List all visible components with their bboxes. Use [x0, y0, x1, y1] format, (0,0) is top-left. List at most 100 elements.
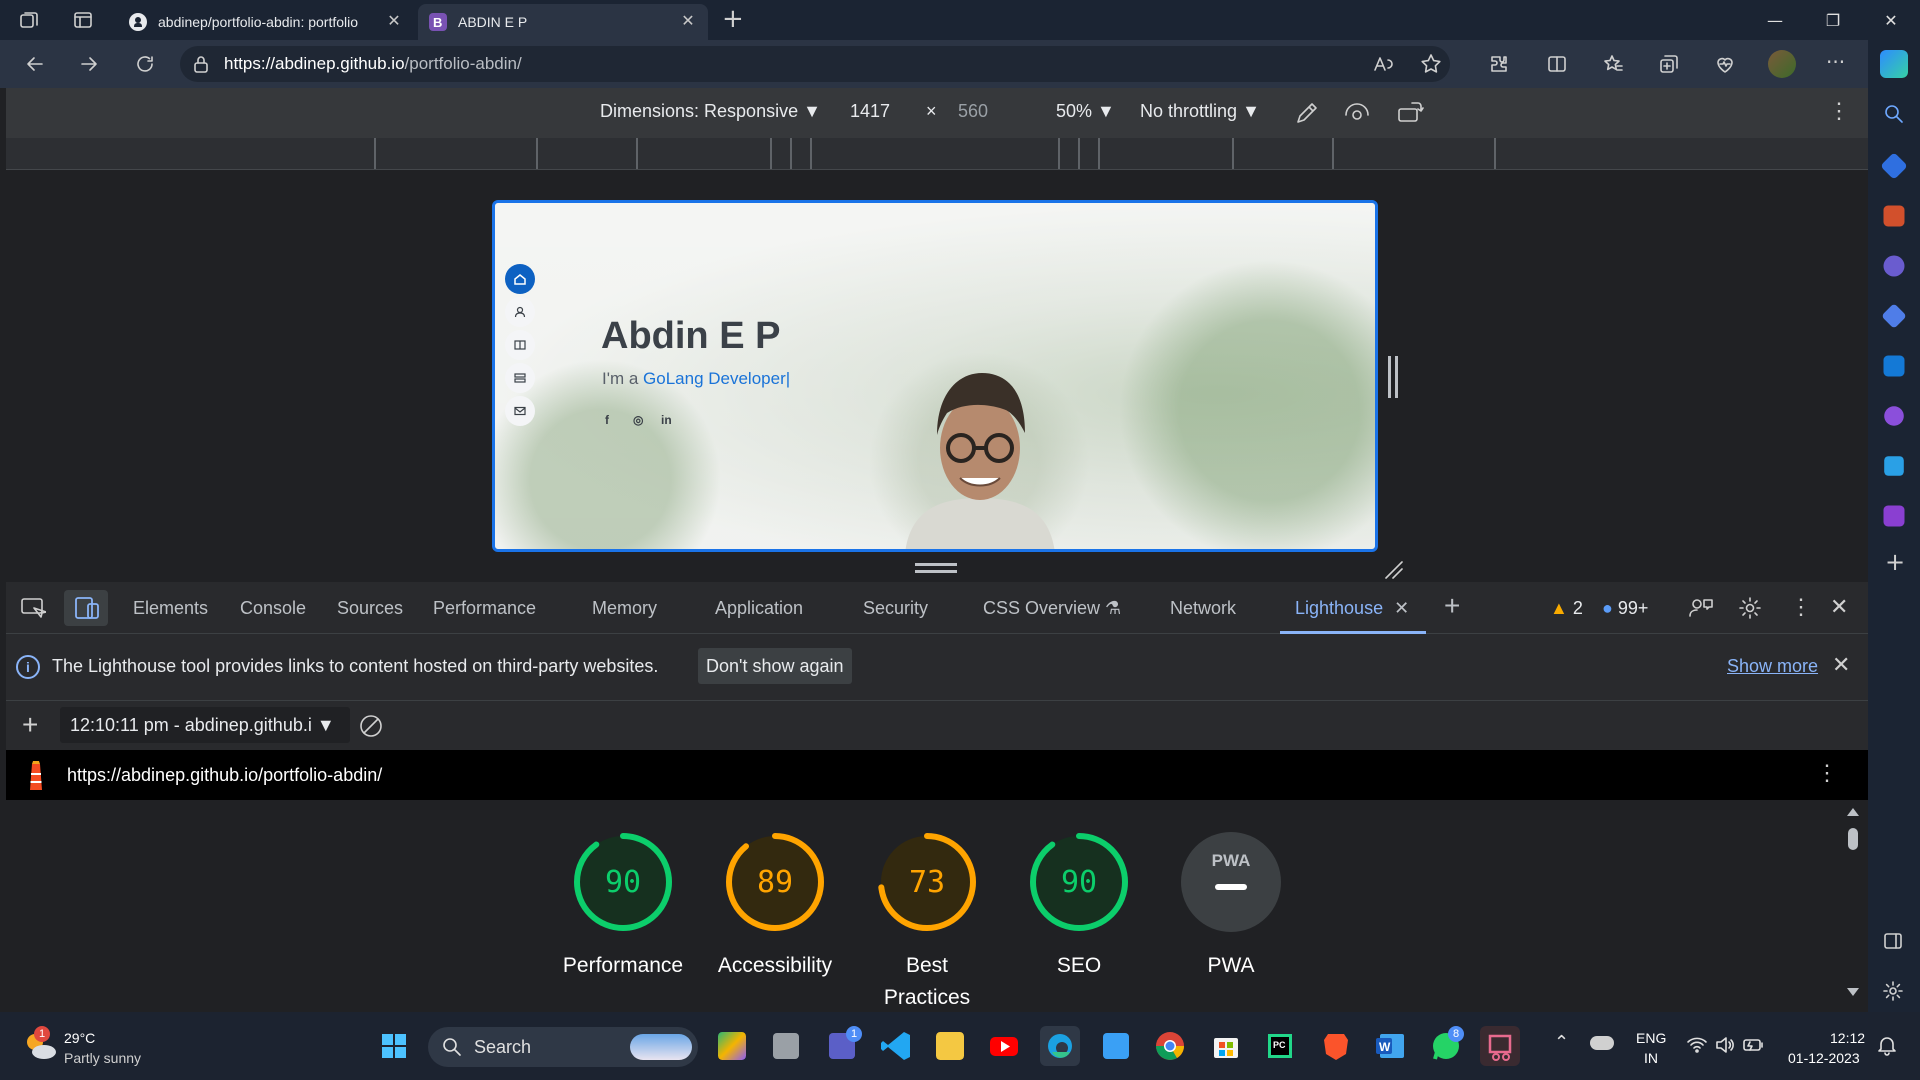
read-aloud-icon[interactable] — [1372, 53, 1394, 75]
device-toolbar-toggle[interactable] — [64, 590, 108, 626]
score-gauge-seo[interactable]: 90 SEO — [1003, 830, 1155, 982]
tab-actions-icon[interactable] — [72, 9, 94, 31]
close-icon[interactable]: ✕ — [384, 12, 404, 32]
browser-tab[interactable]: abdinep/portfolio-abdin: portfolio ✕ — [118, 4, 414, 40]
resize-handle-right[interactable] — [1388, 356, 1398, 398]
url-field[interactable]: https://abdinep.github.io/portfolio-abdi… — [180, 46, 1450, 82]
workspaces-icon[interactable] — [18, 9, 40, 31]
microsoft-store-icon[interactable] — [1206, 1026, 1246, 1066]
window-close-button[interactable]: ✕ — [1868, 0, 1914, 40]
nav-about-button[interactable] — [505, 297, 535, 327]
send-icon[interactable] — [1884, 456, 1904, 476]
tab-network[interactable]: Network — [1170, 598, 1236, 619]
close-icon[interactable]: ✕ — [1394, 598, 1409, 618]
media-query-ruler[interactable] — [6, 138, 1868, 170]
rotate-device-icon[interactable] — [1396, 100, 1424, 126]
report-more-icon[interactable]: ⋮ — [1816, 760, 1838, 786]
collections-icon[interactable] — [1658, 53, 1680, 75]
device-toolbar-more-icon[interactable]: ⋮ — [1828, 98, 1850, 124]
show-hidden-icons-chevron[interactable]: ⌃ — [1554, 1032, 1569, 1053]
designer-icon[interactable] — [1884, 406, 1904, 426]
back-button[interactable] — [18, 48, 52, 80]
report-dropdown[interactable]: 12:10:11 pm - abdinep.github.i ▼ — [60, 707, 350, 743]
language-primary[interactable]: ENG — [1636, 1030, 1666, 1046]
chrome-icon[interactable] — [1150, 1026, 1190, 1066]
add-sidebar-app-icon[interactable]: + — [1885, 548, 1905, 576]
hide-sidebar-icon[interactable] — [1882, 930, 1904, 952]
games-icon[interactable] — [1883, 255, 1905, 277]
new-report-plus-icon[interactable]: + — [22, 709, 38, 741]
outlook-icon[interactable] — [1883, 355, 1905, 377]
file-explorer-icon[interactable] — [936, 1032, 964, 1060]
browser-tab-active[interactable]: B ABDIN E P ✕ — [418, 4, 708, 40]
instagram-icon[interactable]: ◎ — [633, 413, 643, 427]
zoom-dropdown[interactable]: 50% ▼ — [1056, 101, 1115, 122]
edge-taskbar-icon[interactable] — [1040, 1026, 1080, 1066]
nav-home-button[interactable] — [505, 264, 535, 294]
feedback-icon[interactable] — [1688, 596, 1714, 620]
tab-security[interactable]: Security — [863, 598, 928, 619]
profile-avatar[interactable] — [1768, 50, 1796, 78]
favorites-icon[interactable] — [1602, 53, 1624, 75]
wifi-icon[interactable] — [1686, 1034, 1708, 1056]
more-tabs-plus-icon[interactable]: + — [1444, 590, 1460, 622]
volume-icon[interactable] — [1714, 1034, 1736, 1056]
page-preview[interactable]: Abdin E P I'm a GoLang Developer| f ◎ in — [492, 200, 1378, 552]
tab-memory[interactable]: Memory — [592, 598, 657, 619]
shopping-icon[interactable] — [1880, 152, 1908, 180]
new-tab-button[interactable]: + — [722, 4, 744, 34]
notification-bell-icon[interactable] — [1876, 1034, 1898, 1056]
power-automate-icon[interactable] — [1883, 505, 1905, 527]
score-gauge-pwa[interactable]: PWA PWA — [1155, 830, 1307, 982]
report-scrollbar[interactable] — [1846, 808, 1860, 1004]
score-gauge-accessibility[interactable]: 89 Accessibility — [699, 830, 851, 982]
search-icon[interactable] — [1882, 102, 1906, 126]
close-icon[interactable]: ✕ — [678, 12, 698, 32]
height-input[interactable]: 560 — [958, 101, 988, 122]
tab-console[interactable]: Console — [240, 598, 306, 619]
task-view-icon[interactable] — [773, 1033, 799, 1059]
tab-elements[interactable]: Elements — [133, 598, 208, 619]
clock-time[interactable]: 12:12 — [1830, 1030, 1865, 1046]
throttling-dropdown[interactable]: No throttling ▼ — [1140, 101, 1260, 122]
clear-reports-icon[interactable] — [358, 713, 384, 739]
facebook-icon[interactable]: f — [605, 413, 609, 427]
resize-handle-bottom[interactable] — [915, 563, 957, 573]
eyedropper-icon[interactable] — [1294, 100, 1320, 126]
warnings-badge[interactable]: ▲ 2 — [1550, 598, 1583, 619]
linkedin-icon[interactable]: in — [661, 413, 672, 427]
snipping-tool-icon[interactable] — [1480, 1026, 1520, 1066]
tab-lighthouse[interactable]: Lighthouse ✕ — [1295, 598, 1409, 619]
forward-button[interactable] — [72, 48, 106, 80]
messages-badge[interactable]: ● 99+ — [1602, 598, 1648, 619]
clock-date[interactable]: 01-12-2023 — [1788, 1050, 1860, 1066]
close-infobar-icon[interactable]: ✕ — [1832, 652, 1850, 678]
close-devtools-button[interactable]: ✕ — [1830, 594, 1848, 620]
tab-sources[interactable]: Sources — [337, 598, 403, 619]
tab-performance[interactable]: Performance — [433, 598, 536, 619]
copilot-preview-app-icon[interactable] — [718, 1032, 746, 1060]
taskbar-search-box[interactable]: Search — [428, 1027, 698, 1067]
inspect-element-icon[interactable] — [20, 596, 46, 620]
battery-icon[interactable] — [1742, 1034, 1764, 1056]
nav-contact-button[interactable] — [505, 396, 535, 426]
vision-deficiency-icon[interactable] — [1344, 100, 1370, 126]
dimensions-dropdown[interactable]: Dimensions: Responsive ▼ — [600, 101, 821, 122]
settings-more-icon[interactable]: ··· — [1826, 50, 1845, 74]
vscode-icon[interactable] — [876, 1026, 916, 1066]
youtube-icon[interactable] — [984, 1026, 1024, 1066]
pycharm-icon[interactable]: PC — [1260, 1026, 1300, 1066]
devtools-settings-icon[interactable] — [1738, 596, 1762, 620]
microsoft365-icon[interactable] — [1881, 303, 1907, 329]
word-icon[interactable]: W — [1370, 1026, 1410, 1066]
score-gauge-performance[interactable]: 90 Performance — [547, 830, 699, 982]
tab-css-overview[interactable]: CSS Overview ⚗ — [983, 598, 1121, 619]
onedrive-icon[interactable] — [1590, 1036, 1614, 1050]
copilot-icon[interactable] — [1880, 50, 1908, 78]
browser-essentials-icon[interactable] — [1714, 53, 1736, 75]
nav-resume-button[interactable] — [505, 330, 535, 360]
width-input[interactable]: 1417 — [850, 101, 890, 122]
dont-show-again-button[interactable]: Don't show again — [698, 648, 852, 684]
extensions-icon[interactable] — [1488, 53, 1510, 75]
sidebar-settings-icon[interactable] — [1882, 980, 1904, 1002]
